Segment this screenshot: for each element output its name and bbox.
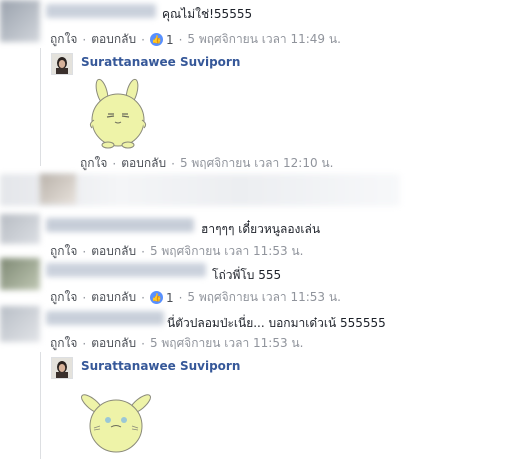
comment-actions: ถูกใจ · ตอบกลับ · 5 พฤศจิกายน เวลา 11:53… [50, 242, 303, 261]
like-link[interactable]: ถูกใจ [50, 334, 77, 353]
comment-text: ฮาๆๆๆ เดี๋ยวหนูลองเล่น [201, 222, 321, 236]
comment-text: คุณไม่ใช่!55555 [162, 7, 253, 21]
reply-actions: ถูกใจ · ตอบกลับ · 5 พฤศจิกายน เวลา 12:10… [80, 154, 333, 173]
commenter-avatar[interactable] [40, 174, 76, 204]
reply-link[interactable]: ตอบกลับ [91, 288, 136, 307]
reply-thread-line [40, 48, 41, 166]
separator-dot: · [82, 32, 87, 47]
commenter-avatar[interactable] [0, 0, 40, 42]
profile-photo-icon [52, 358, 72, 378]
separator-dot: · [82, 336, 87, 351]
comment-actions: ถูกใจ · ตอบกลับ · 👍 1 · 5 พฤศจิกายน เวลา… [50, 30, 341, 49]
reply-link[interactable]: ตอบกลับ [91, 30, 136, 49]
separator-dot: · [141, 244, 145, 259]
comment-timestamp[interactable]: 5 พฤศจิกายน เวลา 11:53 น. [150, 242, 304, 261]
comment-text: โถ่วพี่โบ 555 [212, 268, 282, 282]
user-avatar[interactable] [51, 53, 73, 75]
like-count-badge[interactable]: 👍 1 [149, 291, 174, 305]
like-link[interactable]: ถูกใจ [80, 154, 107, 173]
separator-dot: · [82, 290, 87, 305]
separator-dot: · [178, 290, 183, 305]
bunny-sticker [89, 78, 147, 149]
like-link[interactable]: ถูกใจ [50, 242, 77, 261]
comment-timestamp[interactable]: 5 พฤศจิกายน เวลา 11:53 น. [150, 334, 304, 353]
commenter-avatar[interactable] [0, 258, 40, 290]
bunny-sticker [81, 394, 151, 453]
comment-actions: ถูกใจ · ตอบกลับ · 5 พฤศจิกายน เวลา 11:53… [50, 334, 303, 353]
separator-dot: · [112, 156, 117, 171]
commenter-name[interactable] [46, 263, 206, 277]
like-link[interactable]: ถูกใจ [50, 30, 77, 49]
separator-dot: · [141, 336, 145, 351]
commenter-name[interactable] [46, 4, 156, 18]
reply-link[interactable]: ตอบกลับ [91, 334, 136, 353]
like-link[interactable]: ถูกใจ [50, 288, 77, 307]
thumbs-up-icon: 👍 [149, 33, 163, 46]
user-avatar[interactable] [51, 357, 73, 379]
profile-photo-icon [52, 54, 72, 74]
reply-link[interactable]: ตอบกลับ [121, 154, 166, 173]
separator-dot: · [82, 244, 87, 259]
commenter-name[interactable] [46, 218, 194, 232]
separator-dot: · [141, 32, 145, 47]
like-count-badge[interactable]: 👍 1 [149, 33, 174, 47]
commenter-avatar[interactable] [0, 214, 40, 244]
comment-text: นี่ตัวปลอมป่ะเนี่ย... บอกมาเด๋วเน้ 55555… [167, 316, 386, 330]
comment-timestamp[interactable]: 5 พฤศจิกายน เวลา 11:49 น. [187, 30, 341, 49]
reply-link[interactable]: ตอบกลับ [91, 242, 136, 261]
reply-thread-line [40, 352, 41, 459]
reply-author-name[interactable]: Surattanawee Suviporn [81, 359, 240, 373]
separator-dot: · [178, 32, 183, 47]
reply-timestamp[interactable]: 5 พฤศจิกายน เวลา 12:10 น. [180, 154, 334, 173]
separator-dot: · [171, 156, 175, 171]
separator-dot: · [141, 290, 145, 305]
commenter-name[interactable] [46, 311, 164, 325]
commenter-avatar[interactable] [0, 306, 40, 342]
comment-timestamp[interactable]: 5 พฤศจิกายน เวลา 11:53 น. [187, 288, 341, 307]
thumbs-up-icon: 👍 [149, 291, 163, 304]
reply-author-name[interactable]: Surattanawee Suviporn [81, 55, 240, 69]
comment-actions: ถูกใจ · ตอบกลับ · 👍 1 · 5 พฤศจิกายน เวลา… [50, 288, 341, 307]
